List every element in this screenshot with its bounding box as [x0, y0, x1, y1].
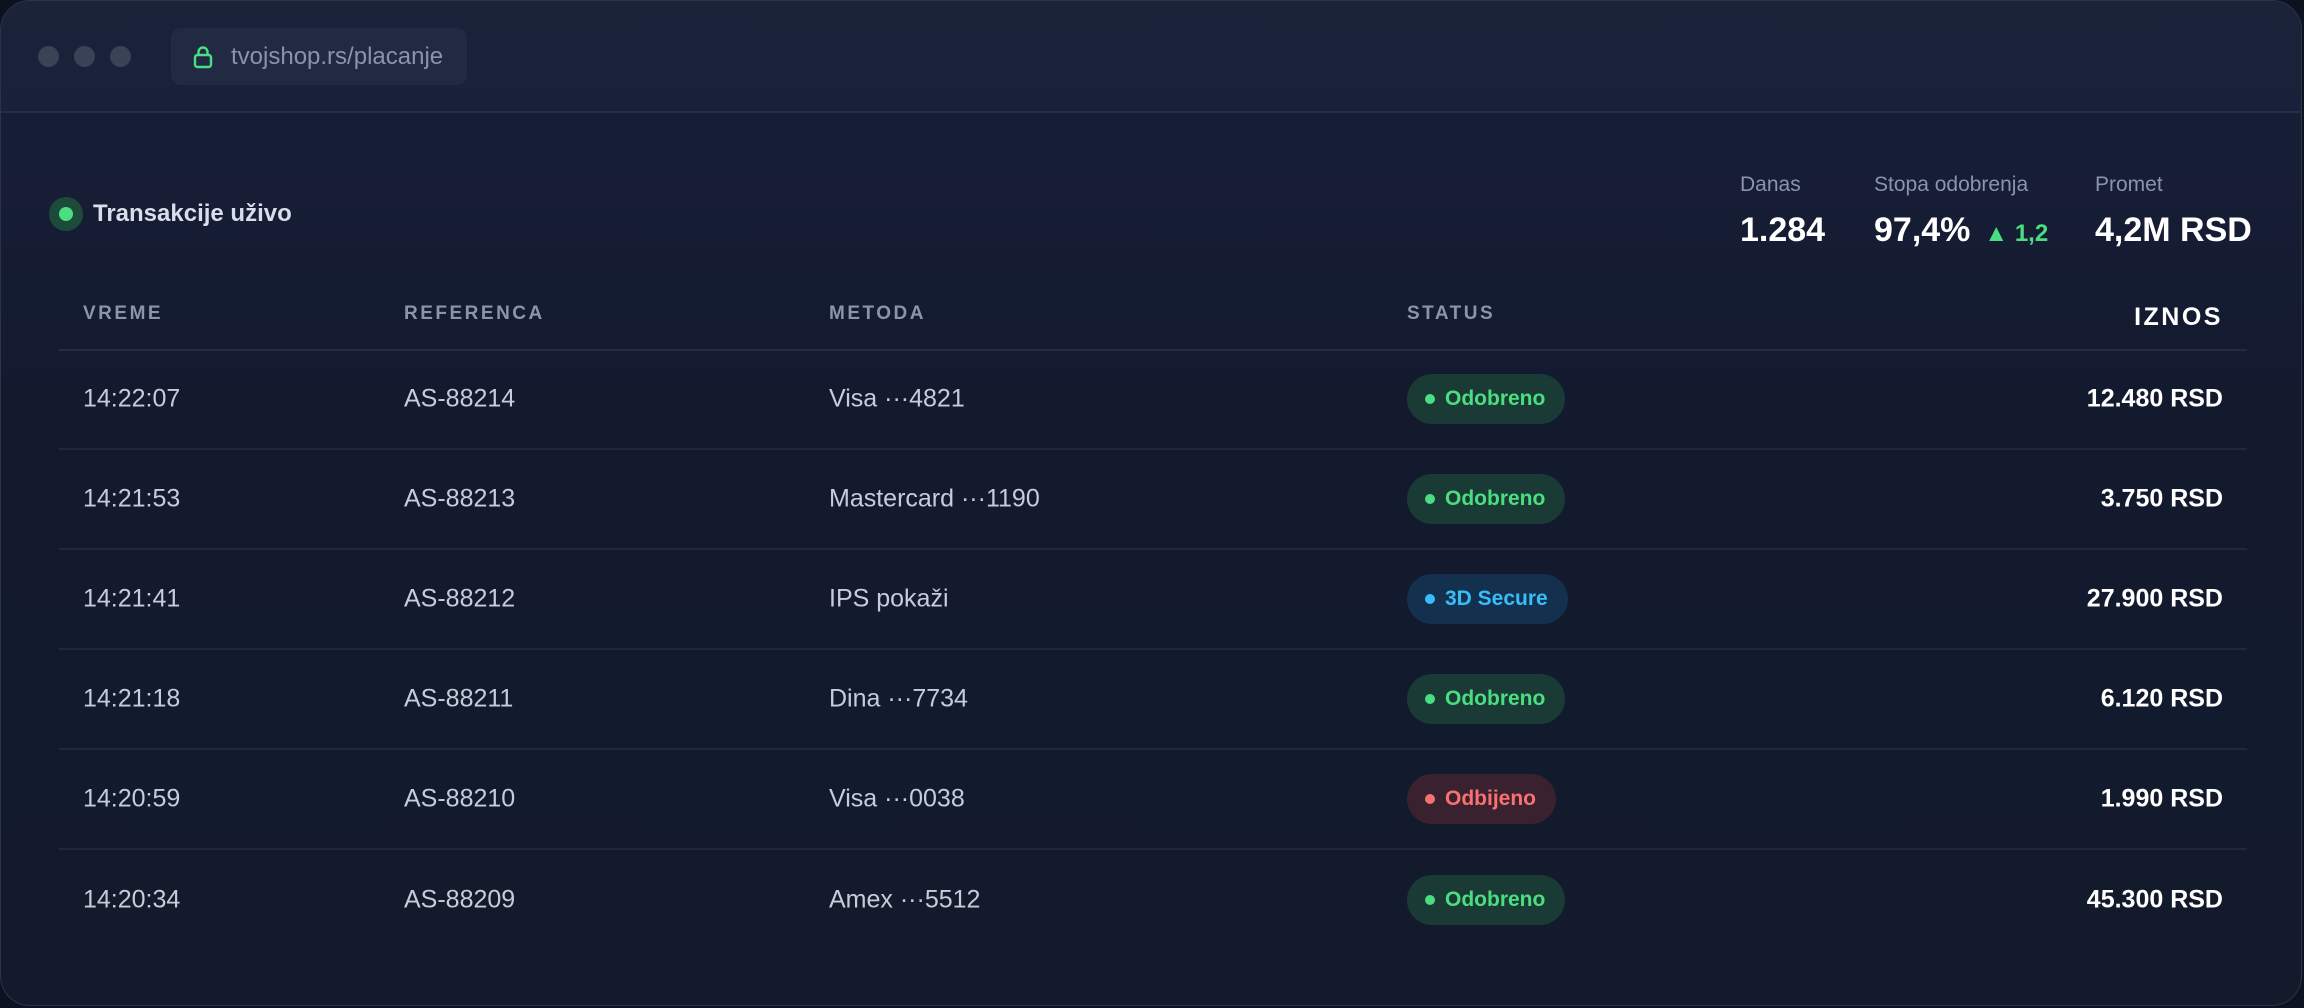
live-title: Transakcije uživo	[93, 200, 292, 227]
column-header-reference[interactable]: REFERENCA	[404, 303, 545, 325]
table-row[interactable]: 14:20:34 AS-88209 Amex ···5512 Odobreno …	[59, 850, 2247, 950]
stat-label: Danas	[1740, 173, 1801, 196]
status-label: Odobreno	[1445, 487, 1546, 510]
live-status-icon	[49, 197, 83, 231]
stat-value: 97,4%	[1874, 211, 1971, 249]
method-cell: Amex ···5512	[829, 885, 981, 914]
column-header-time[interactable]: VREME	[83, 303, 163, 325]
reference-cell: AS-88214	[404, 384, 516, 413]
status-badge: Odobreno	[1407, 674, 1566, 724]
stat-approval-rate: Stopa odobrenja 97,4% ▲ 1,2	[1874, 173, 2048, 250]
status-cell: Odbijeno	[1407, 774, 1556, 824]
status-badge: Odobreno	[1407, 875, 1566, 925]
url-text: tvojshop.rs/placanje	[231, 42, 444, 70]
status-badge: Odbijeno	[1407, 774, 1556, 824]
table-row[interactable]: 14:21:18 AS-88211 Dina ···7734 Odobreno …	[59, 650, 2247, 750]
address-bar[interactable]: tvojshop.rs/placanje	[171, 28, 468, 85]
stat-label: Promet	[2095, 173, 2163, 196]
status-cell: Odobreno	[1407, 674, 1566, 724]
status-cell: Odobreno	[1407, 374, 1566, 424]
amount-cell: 6.120 RSD	[2100, 684, 2223, 713]
window-minimize-button[interactable]	[74, 46, 95, 67]
time-cell: 14:21:18	[83, 684, 181, 713]
method-cell: Visa ···0038	[829, 784, 965, 813]
table-row[interactable]: 14:21:41 AS-88212 IPS pokaži 3D Secure 2…	[59, 550, 2247, 650]
status-cell: Odobreno	[1407, 875, 1566, 925]
amount-cell: 3.750 RSD	[2100, 484, 2223, 513]
reference-cell: AS-88213	[404, 484, 516, 513]
column-header-method[interactable]: METODA	[829, 303, 926, 325]
status-label: Odobreno	[1445, 888, 1546, 911]
lock-icon	[193, 45, 213, 69]
table-row[interactable]: 14:22:07 AS-88214 Visa ···4821 Odobreno …	[59, 350, 2247, 450]
status-cell: 3D Secure	[1407, 574, 1568, 624]
status-dot-icon	[1425, 794, 1435, 804]
stat-today: Danas 1.284	[1740, 173, 1825, 250]
status-dot-icon	[1425, 694, 1435, 704]
status-dot-icon	[1425, 394, 1435, 404]
stat-label: Stopa odobrenja	[1874, 173, 2029, 196]
status-label: Odbijeno	[1445, 787, 1536, 810]
live-indicator: Transakcije uživo	[49, 197, 292, 231]
status-label: Odobreno	[1445, 687, 1546, 710]
status-label: Odobreno	[1445, 387, 1546, 410]
table-header: VREME REFERENCA METODA STATUS IZNOS	[59, 299, 2247, 351]
stat-value: 1.284	[1740, 211, 1826, 249]
stat-delta: ▲ 1,2	[1984, 220, 2049, 247]
amount-cell: 27.900 RSD	[2086, 584, 2223, 613]
reference-cell: AS-88211	[404, 684, 514, 713]
status-dot-icon	[1425, 895, 1435, 905]
window-close-button[interactable]	[38, 46, 59, 67]
window-maximize-button[interactable]	[110, 46, 131, 67]
amount-cell: 1.990 RSD	[2100, 784, 2223, 813]
browser-window: tvojshop.rs/placanje Transakcije uživo D…	[0, 0, 2302, 1006]
column-header-amount[interactable]: IZNOS	[2134, 303, 2223, 332]
amount-cell: 45.300 RSD	[2086, 885, 2223, 914]
status-cell: Odobreno	[1407, 474, 1566, 524]
status-dot-icon	[1425, 594, 1435, 604]
column-header-status[interactable]: STATUS	[1407, 303, 1495, 325]
reference-cell: AS-88212	[404, 584, 516, 613]
status-dot-icon	[1425, 494, 1435, 504]
status-label: 3D Secure	[1445, 587, 1548, 610]
table-row[interactable]: 14:21:53 AS-88213 Mastercard ···1190 Odo…	[59, 450, 2247, 550]
browser-titlebar: tvojshop.rs/placanje	[1, 1, 2301, 113]
time-cell: 14:21:41	[83, 584, 181, 613]
method-cell: Dina ···7734	[829, 684, 968, 713]
method-cell: Visa ···4821	[829, 384, 965, 413]
stat-volume: Promet 4,2M RSD	[2095, 173, 2252, 250]
status-badge: Odobreno	[1407, 374, 1566, 424]
reference-cell: AS-88210	[404, 784, 516, 813]
time-cell: 14:20:59	[83, 784, 181, 813]
time-cell: 14:22:07	[83, 384, 181, 413]
time-cell: 14:20:34	[83, 885, 181, 914]
method-cell: Mastercard ···1190	[829, 484, 1040, 513]
amount-cell: 12.480 RSD	[2086, 384, 2223, 413]
stat-value: 4,2M RSD	[2095, 211, 2252, 249]
status-badge: Odobreno	[1407, 474, 1566, 524]
status-badge: 3D Secure	[1407, 574, 1568, 624]
table-row[interactable]: 14:20:59 AS-88210 Visa ···0038 Odbijeno …	[59, 750, 2247, 850]
time-cell: 14:21:53	[83, 484, 181, 513]
method-cell: IPS pokaži	[829, 584, 949, 613]
stat-value-wrap: 97,4% ▲ 1,2	[1874, 211, 2048, 250]
reference-cell: AS-88209	[404, 885, 516, 914]
